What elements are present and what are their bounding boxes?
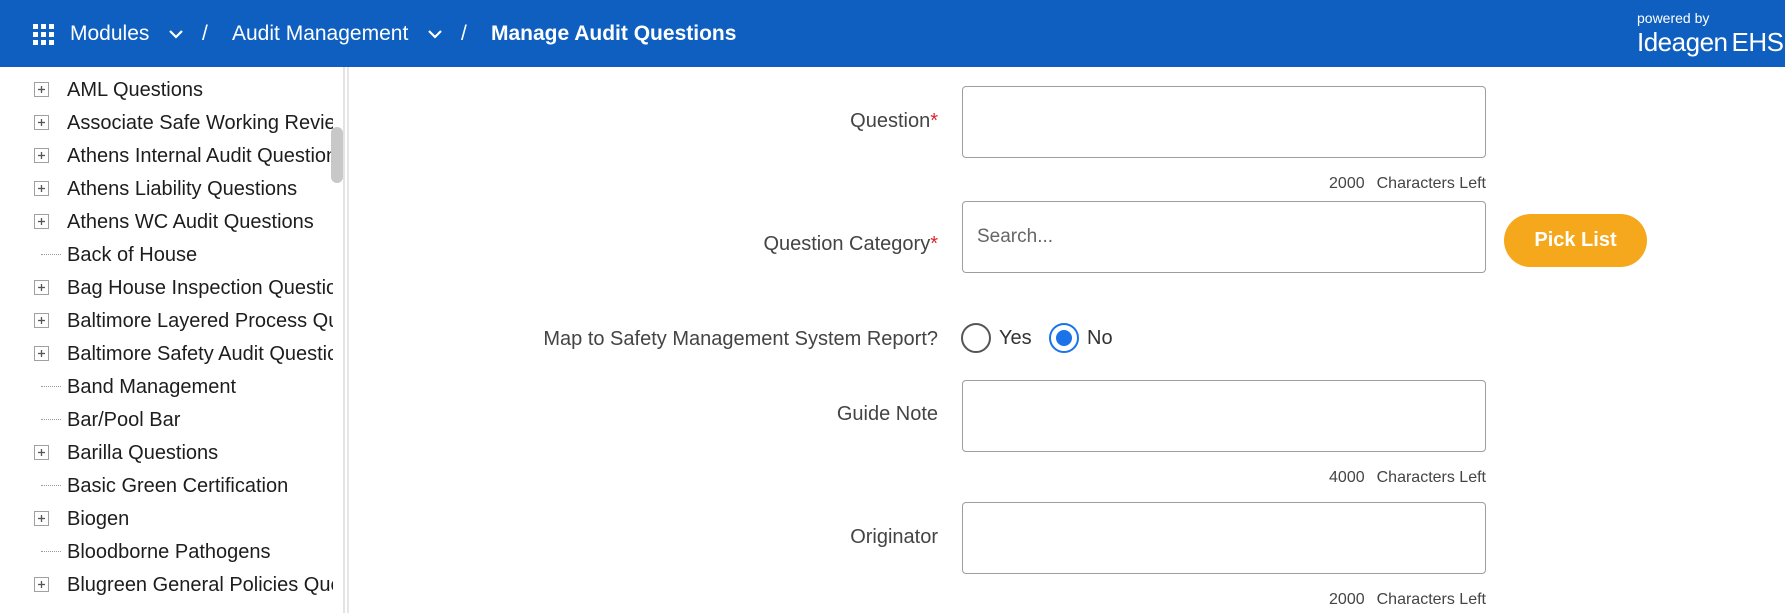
tree-item[interactable]: Blugreen General Policies Questions (0, 568, 343, 601)
chevron-down-icon[interactable] (427, 27, 443, 41)
tree-item[interactable]: Back of House (0, 238, 343, 271)
tree-item[interactable]: Athens Liability Questions (0, 172, 343, 205)
expand-plus-icon[interactable] (34, 82, 49, 97)
breadcrumb-modules[interactable]: Modules (70, 20, 149, 48)
panel-divider (347, 67, 349, 613)
tree-item[interactable]: Band Management (0, 370, 343, 403)
guide-note-chars-left: 4000 Characters Left (1329, 469, 1486, 486)
tree-item-label[interactable]: Athens Liability Questions (67, 177, 333, 201)
tree-item-label[interactable]: Associate Safe Working Review (67, 111, 333, 135)
question-label: Question* (850, 110, 938, 132)
tree-item-label[interactable]: Bar/Pool Bar (67, 408, 333, 432)
breadcrumb-audit-management[interactable]: Audit Management (232, 20, 408, 48)
expand-plus-icon[interactable] (34, 511, 49, 526)
tree-item[interactable]: Baltimore Layered Process Questions (0, 304, 343, 337)
radio-no-label[interactable]: No (1087, 326, 1113, 350)
question-category-search-input[interactable] (962, 201, 1486, 273)
question-group-tree: AML Questions Associate Safe Working Revi… (0, 67, 345, 613)
radio-yes-label[interactable]: Yes (999, 326, 1032, 350)
tree-item[interactable]: Baltimore Safety Audit Questions (0, 337, 343, 370)
map-sms-label: Map to Safety Management System Report? (543, 328, 938, 350)
tree-item-label[interactable]: Biogen (67, 507, 333, 531)
tree-leaf-connector (41, 419, 61, 420)
guide-note-input[interactable] (962, 380, 1486, 452)
originator-label: Originator (850, 526, 938, 548)
tree-item-label[interactable]: Athens Internal Audit Questions (67, 144, 333, 168)
tree-item[interactable]: Basic Green Certification (0, 469, 343, 502)
brand-logo: powered by Ideagen EHS (1615, 8, 1785, 58)
tree-item-label[interactable]: Back of House (67, 243, 333, 267)
tree-item-label[interactable]: AML Questions (67, 78, 333, 102)
expand-plus-icon[interactable] (34, 280, 49, 295)
tree-item[interactable]: Barilla Questions (0, 436, 343, 469)
breadcrumb-current-page: Manage Audit Questions (491, 22, 737, 45)
ideagen-logo: Ideagen EHS (1637, 27, 1784, 57)
tree-item-label[interactable]: Baltimore Safety Audit Questions (67, 342, 333, 366)
tree-item-label[interactable]: Bag House Inspection Questions (67, 276, 333, 300)
tree-item[interactable]: Bar/Pool Bar (0, 403, 343, 436)
guide-note-label: Guide Note (836, 403, 938, 425)
tree-item[interactable]: Bloodborne Pathogens (0, 535, 343, 568)
question-category-label: Question Category* (763, 233, 938, 255)
tree-leaf-connector (41, 485, 61, 486)
tree-item[interactable]: Athens WC Audit Questions (0, 205, 343, 238)
radio-no[interactable] (1049, 323, 1079, 353)
tree-item-label[interactable]: Blugreen General Policies Questions (67, 573, 333, 597)
tree-item[interactable]: AML Questions (0, 73, 343, 106)
breadcrumb-separator: / (202, 22, 208, 45)
expand-plus-icon[interactable] (34, 148, 49, 163)
tree-item[interactable]: Athens Internal Audit Questions (0, 139, 343, 172)
apps-grid-icon[interactable] (33, 24, 55, 46)
tree-item-label[interactable]: Basic Green Certification (67, 474, 333, 498)
expand-plus-icon[interactable] (34, 346, 49, 361)
expand-plus-icon[interactable] (34, 115, 49, 130)
tree-item-label[interactable]: Baltimore Layered Process Questions (67, 309, 333, 333)
expand-plus-icon[interactable] (34, 577, 49, 592)
tree-item[interactable]: Biogen (0, 502, 343, 535)
question-chars-left: 2000 Characters Left (1329, 175, 1486, 192)
tree-item[interactable]: Bag House Inspection Questions (0, 271, 343, 304)
expand-plus-icon[interactable] (34, 181, 49, 196)
tree-item-label[interactable]: Bloodborne Pathogens (67, 540, 333, 564)
tree-item-label[interactable]: Barilla Questions (67, 441, 333, 465)
top-navigation-bar: Modules / Audit Management / Manage Audi… (0, 0, 1785, 67)
tree-leaf-connector (41, 551, 61, 552)
map-sms-yes-option[interactable]: Yes (961, 323, 1032, 353)
originator-input[interactable] (962, 502, 1486, 574)
expand-plus-icon[interactable] (34, 214, 49, 229)
expand-plus-icon[interactable] (34, 445, 49, 460)
expand-plus-icon[interactable] (34, 313, 49, 328)
breadcrumb-separator: / (461, 22, 467, 45)
chevron-down-icon[interactable] (168, 27, 184, 41)
tree-item-label[interactable]: Athens WC Audit Questions (67, 210, 333, 234)
tree-item-label[interactable]: Band Management (67, 375, 333, 399)
pick-list-button[interactable]: Pick List (1504, 214, 1647, 267)
tree-leaf-connector (41, 254, 61, 255)
radio-yes[interactable] (961, 323, 991, 353)
tree-scrollbar-thumb[interactable] (331, 127, 343, 183)
powered-by-text: powered by (1637, 10, 1710, 26)
map-sms-no-option[interactable]: No (1049, 323, 1113, 353)
tree-item[interactable]: Associate Safe Working Review (0, 106, 343, 139)
originator-chars-left: 2000 Characters Left (1329, 591, 1486, 608)
question-input[interactable] (962, 86, 1486, 158)
tree-leaf-connector (41, 386, 61, 387)
